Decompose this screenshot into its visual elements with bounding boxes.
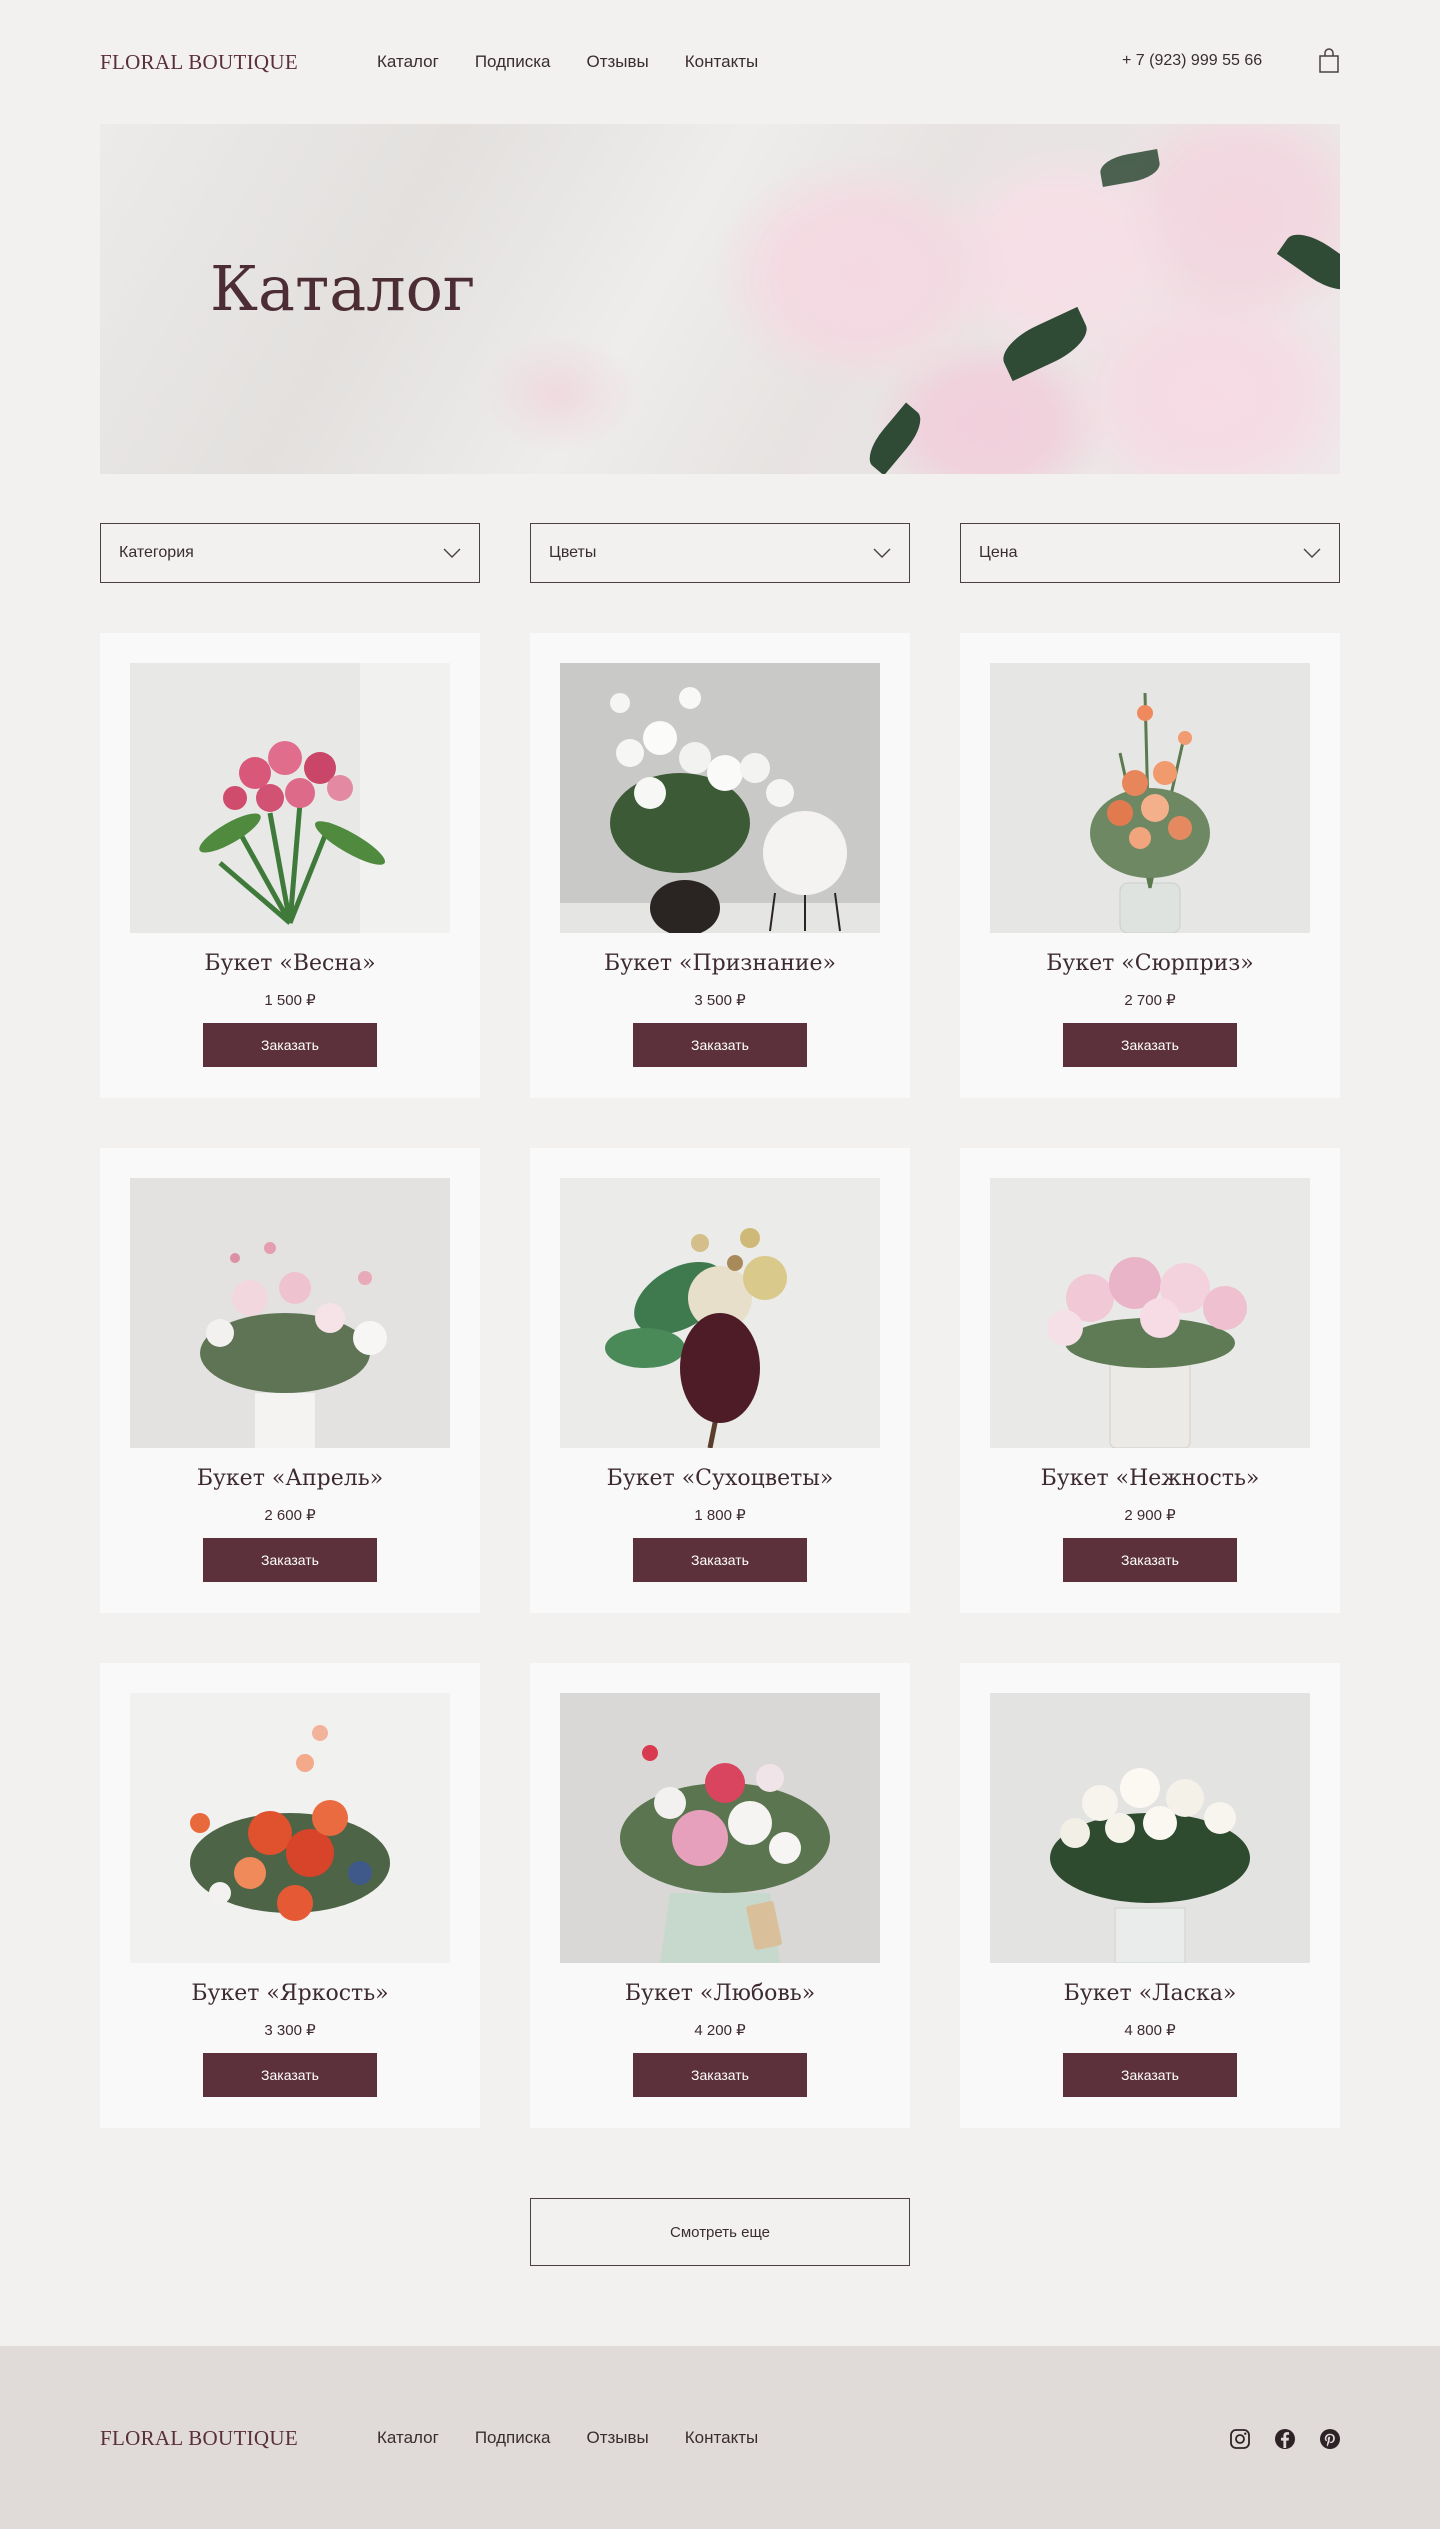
logo[interactable]: FLORAL BOUTIQUE <box>100 50 298 75</box>
product-price: 3 500 ₽ <box>694 992 746 1009</box>
product-card: Букет «Любовь» 4 200 ₽ Заказать <box>530 1663 910 2128</box>
order-button[interactable]: Заказать <box>1063 1538 1237 1582</box>
product-name: Букет «Сухоцветы» <box>606 1466 834 1491</box>
filter-label: Цена <box>979 544 1018 561</box>
product-name: Букет «Яркость» <box>191 1981 389 2006</box>
product-image <box>560 1693 880 1963</box>
footer-link-subscription[interactable]: Подписка <box>475 2428 551 2448</box>
leaf-decoration <box>861 402 929 474</box>
product-price: 4 200 ₽ <box>694 2022 746 2039</box>
product-image <box>130 1693 450 1963</box>
product-image <box>990 663 1310 933</box>
product-name: Букет «Сюрприз» <box>1046 951 1254 976</box>
nav-link-catalog[interactable]: Каталог <box>377 52 439 72</box>
product-price: 4 800 ₽ <box>1124 2022 1176 2039</box>
chevron-down-icon <box>873 548 891 558</box>
order-button[interactable]: Заказать <box>203 1023 377 1067</box>
product-price: 1 800 ₽ <box>694 1507 746 1524</box>
order-button[interactable]: Заказать <box>203 1538 377 1582</box>
product-image <box>560 663 880 933</box>
leaf-decoration <box>995 306 1095 382</box>
product-name: Букет «Нежность» <box>1040 1466 1260 1491</box>
chevron-down-icon <box>443 548 461 558</box>
nav-link-reviews[interactable]: Отзывы <box>587 52 649 72</box>
show-more-button[interactable]: Смотреть еще <box>530 2198 910 2266</box>
filter-flowers[interactable]: Цветы <box>530 523 910 583</box>
facebook-icon[interactable] <box>1274 2428 1296 2450</box>
order-button[interactable]: Заказать <box>633 1023 807 1067</box>
footer-link-reviews[interactable]: Отзывы <box>587 2428 649 2448</box>
product-price: 2 900 ₽ <box>1124 1507 1176 1524</box>
product-price: 3 300 ₽ <box>264 2022 316 2039</box>
site-header: FLORAL BOUTIQUE Каталог Подписка Отзывы … <box>0 0 1440 125</box>
product-card: Букет «Сюрприз» 2 700 ₽ Заказать <box>960 633 1340 1098</box>
order-button[interactable]: Заказать <box>203 2053 377 2097</box>
product-card: Букет «Весна» 1 500 ₽ Заказать <box>100 633 480 1098</box>
filter-category[interactable]: Категория <box>100 523 480 583</box>
product-image <box>130 663 450 933</box>
instagram-icon[interactable] <box>1229 2428 1251 2450</box>
order-button[interactable]: Заказать <box>1063 1023 1237 1067</box>
product-card: Букет «Нежность» 2 900 ₽ Заказать <box>960 1148 1340 1613</box>
product-image <box>990 1693 1310 1963</box>
filter-label: Категория <box>119 544 194 561</box>
product-card: Букет «Сухоцветы» 1 800 ₽ Заказать <box>530 1148 910 1613</box>
order-button[interactable]: Заказать <box>1063 2053 1237 2097</box>
nav-link-contacts[interactable]: Контакты <box>685 52 758 72</box>
product-name: Букет «Апрель» <box>196 1466 384 1491</box>
product-image <box>990 1178 1310 1448</box>
footer-link-catalog[interactable]: Каталог <box>377 2428 439 2448</box>
nav-link-subscription[interactable]: Подписка <box>475 52 551 72</box>
product-name: Букет «Весна» <box>204 951 376 976</box>
product-price: 2 700 ₽ <box>1124 992 1176 1009</box>
product-name: Букет «Признание» <box>603 951 837 976</box>
filter-label: Цветы <box>549 544 597 561</box>
product-card: Букет «Ласка» 4 800 ₽ Заказать <box>960 1663 1340 2128</box>
phone-number[interactable]: + 7 (923) 999 55 66 <box>1122 52 1262 70</box>
footer-nav: Каталог Подписка Отзывы Контакты <box>377 2428 758 2448</box>
order-button[interactable]: Заказать <box>633 2053 807 2097</box>
product-card: Букет «Апрель» 2 600 ₽ Заказать <box>100 1148 480 1613</box>
product-price: 2 600 ₽ <box>264 1507 316 1524</box>
product-name: Букет «Ласка» <box>1063 1981 1237 2006</box>
footer-link-contacts[interactable]: Контакты <box>685 2428 758 2448</box>
page-title: Каталог <box>210 252 476 325</box>
product-image <box>130 1178 450 1448</box>
product-card: Букет «Яркость» 3 300 ₽ Заказать <box>100 1663 480 2128</box>
order-button[interactable]: Заказать <box>633 1538 807 1582</box>
chevron-down-icon <box>1303 548 1321 558</box>
footer-logo[interactable]: FLORAL BOUTIQUE <box>100 2426 298 2451</box>
leaf-decoration <box>1276 224 1340 300</box>
pinterest-icon[interactable] <box>1319 2428 1341 2450</box>
hero-banner: Каталог <box>100 124 1340 474</box>
leaf-decoration <box>1098 149 1162 187</box>
product-name: Букет «Любовь» <box>624 1981 816 2006</box>
site-footer: FLORAL BOUTIQUE Каталог Подписка Отзывы … <box>0 2346 1440 2529</box>
shopping-bag-icon[interactable] <box>1318 48 1340 74</box>
product-price: 1 500 ₽ <box>264 992 316 1009</box>
main-nav: Каталог Подписка Отзывы Контакты <box>377 52 758 72</box>
filter-price[interactable]: Цена <box>960 523 1340 583</box>
product-card: Букет «Признание» 3 500 ₽ Заказать <box>530 633 910 1098</box>
product-image <box>560 1178 880 1448</box>
